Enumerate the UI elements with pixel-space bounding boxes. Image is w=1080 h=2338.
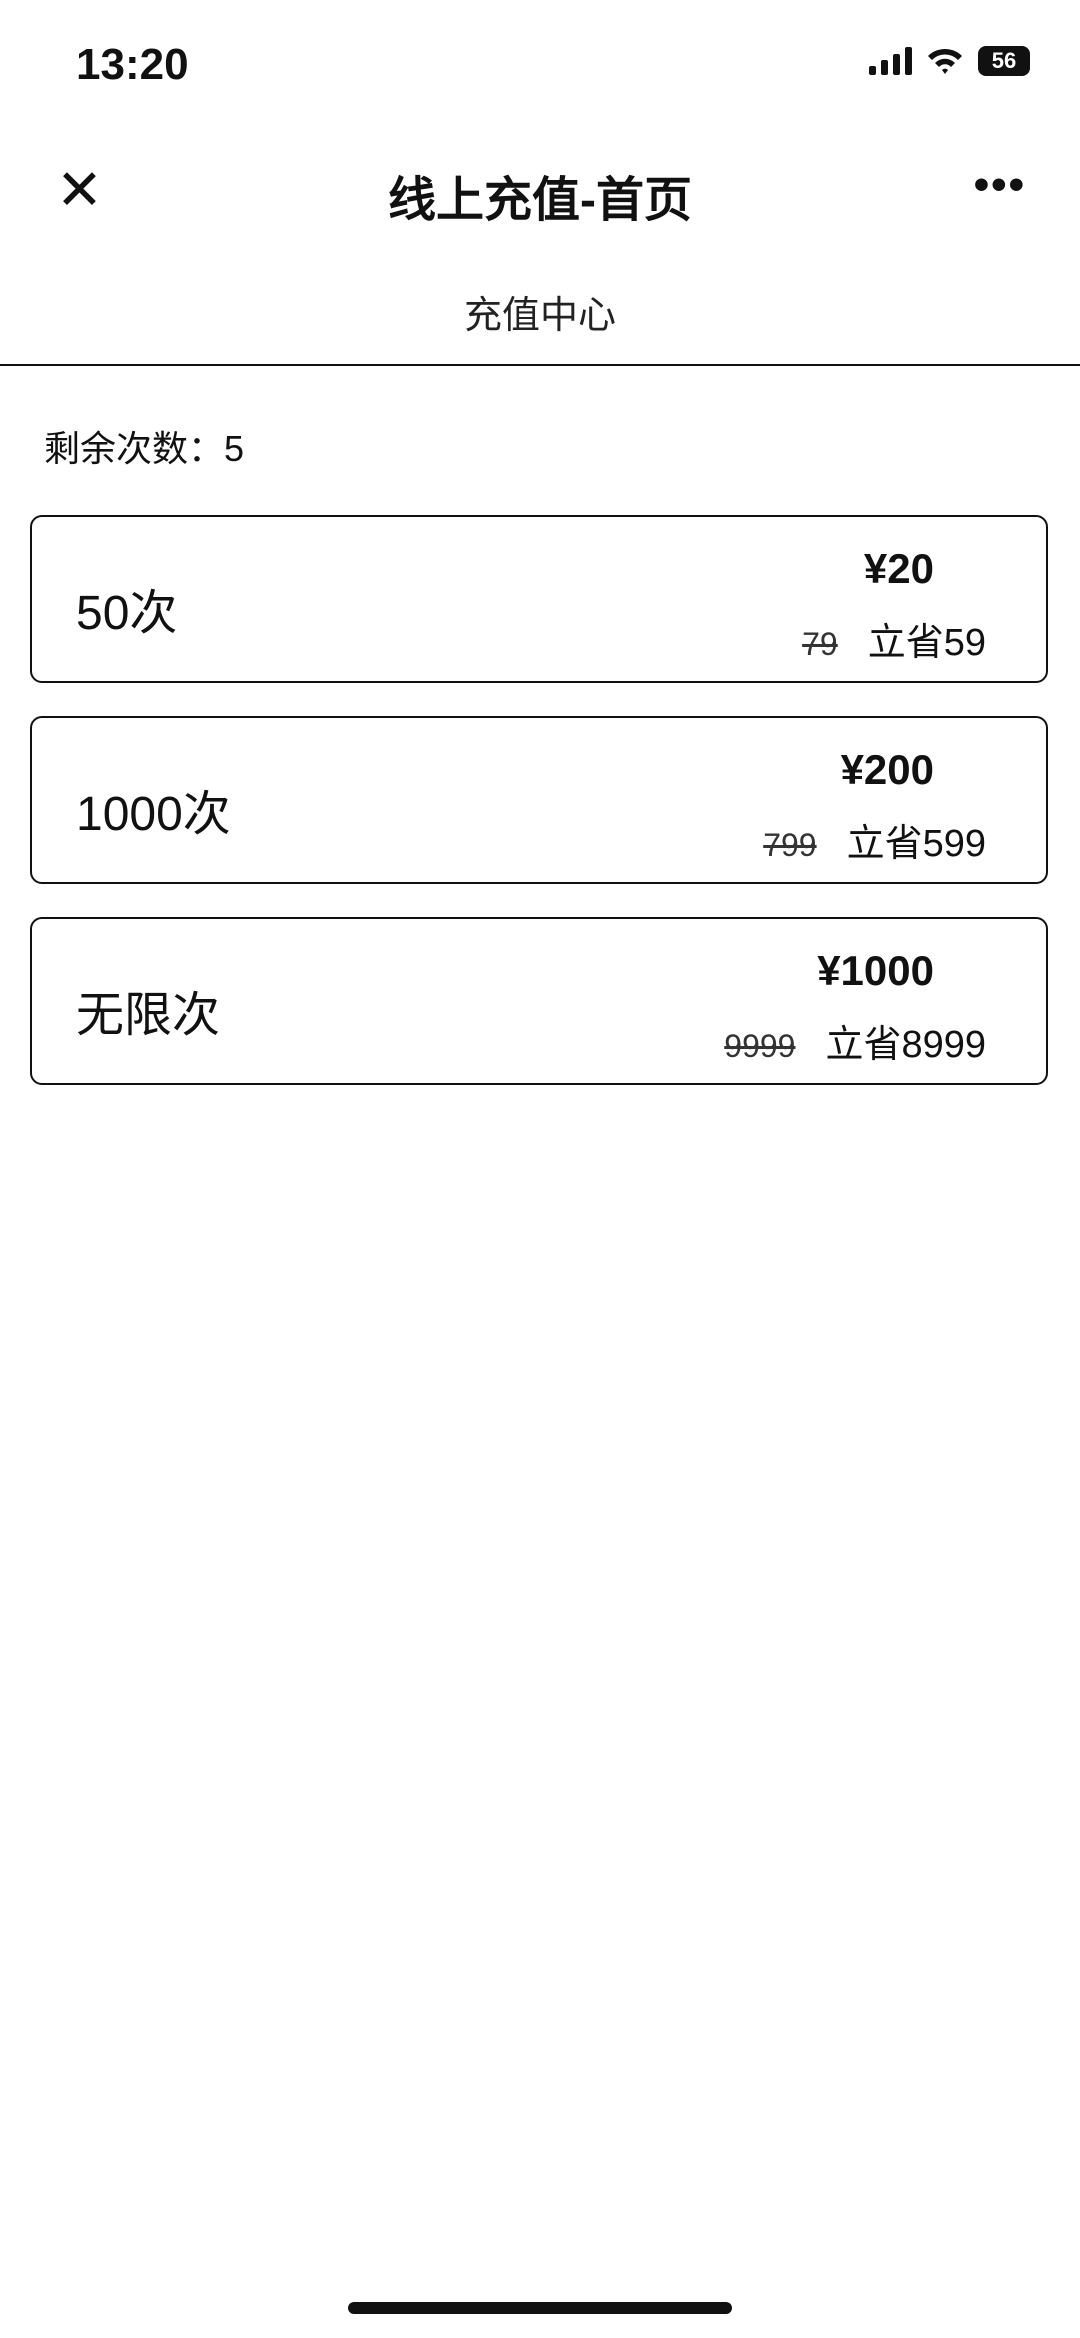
battery-icon: 56 (978, 46, 1030, 76)
wifi-icon (928, 48, 962, 74)
savings: 立省59 (867, 622, 986, 664)
signal-icon (869, 47, 912, 75)
package-price: ¥20 (863, 545, 934, 592)
package-name: 50次 (76, 587, 178, 640)
package-card[interactable]: 无限次 ¥1000 9999 立省8999 (30, 917, 1048, 1085)
original-price: 79 (802, 626, 838, 662)
savings: 立省599 (846, 823, 986, 865)
package-price: ¥1000 (817, 947, 934, 994)
divider (0, 364, 1080, 366)
package-price: ¥200 (840, 746, 934, 793)
tab-recharge-center[interactable]: 充值中心 (0, 284, 1080, 339)
more-icon[interactable]: ••• (974, 160, 1026, 210)
package-name: 无限次 (76, 989, 221, 1042)
remaining-label: 剩余次数： (44, 428, 225, 469)
status-icons: 56 (869, 46, 1030, 76)
nav-bar: ✕ 线上充值-首页 ••• (0, 130, 1080, 250)
package-card[interactable]: 1000次 ¥200 799 立省599 (30, 716, 1048, 884)
package-name: 1000次 (76, 788, 231, 841)
status-bar: 13:20 56 (0, 0, 1080, 130)
remaining-value: 5 (224, 428, 245, 469)
remaining-count: 剩余次数：5 (44, 420, 244, 472)
savings: 立省8999 (825, 1024, 986, 1066)
package-card[interactable]: 50次 ¥20 79 立省59 (30, 515, 1048, 683)
original-price: 799 (763, 827, 817, 863)
status-time: 13:20 (76, 40, 189, 89)
page-title: 线上充值-首页 (388, 174, 692, 227)
original-price: 9999 (724, 1028, 796, 1064)
home-indicator[interactable] (348, 2302, 732, 2314)
